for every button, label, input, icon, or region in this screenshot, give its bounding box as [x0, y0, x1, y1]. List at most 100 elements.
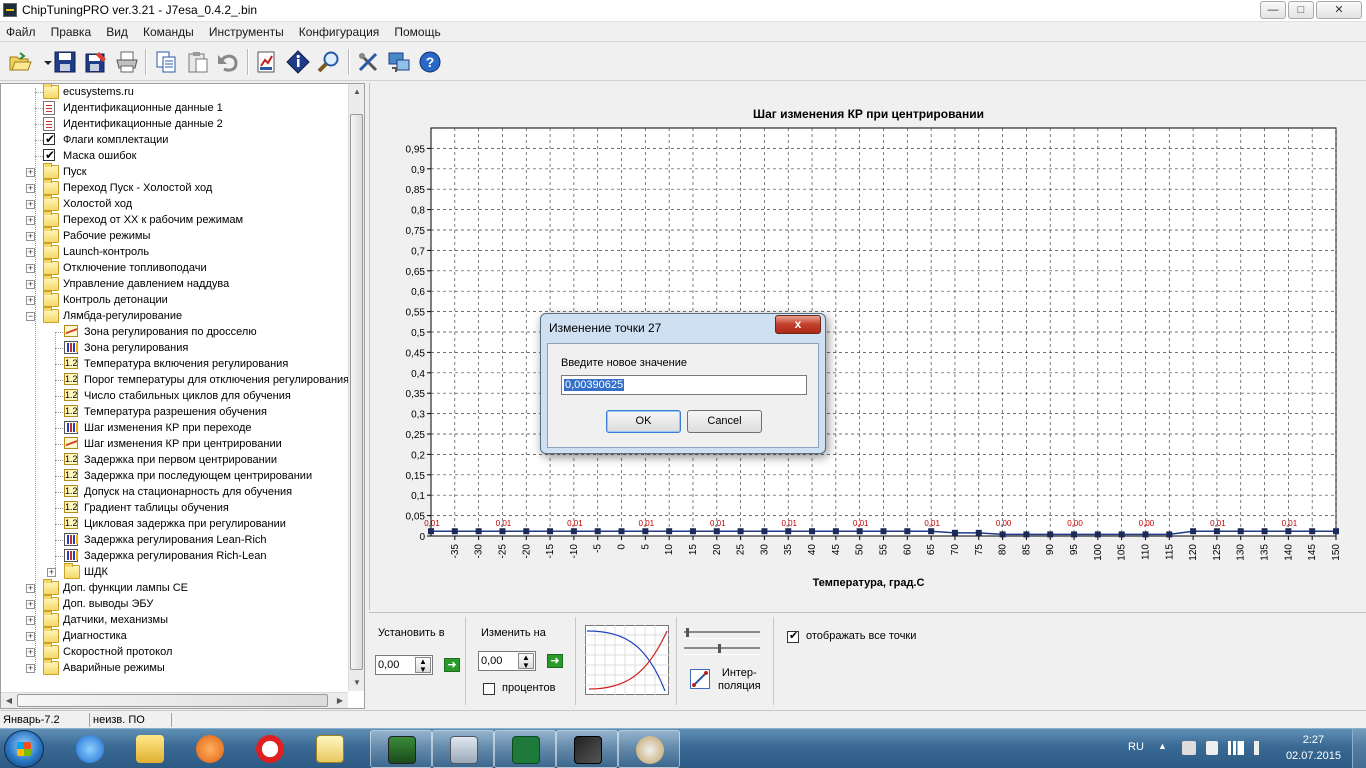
- tree-item[interactable]: + Доп. выводы ЭБУ: [1, 595, 348, 612]
- show-all-points-checkbox[interactable]: [787, 629, 799, 643]
- tree-item[interactable]: + Контроль детонации: [1, 291, 348, 308]
- show-hidden-icons-icon[interactable]: ▲: [1158, 741, 1167, 751]
- tree-item[interactable]: + Переход от ХХ к рабочим режимам: [1, 211, 348, 228]
- expand-icon[interactable]: +: [26, 616, 35, 625]
- curve-preview-icon[interactable]: [585, 625, 669, 695]
- data-point[interactable]: [1213, 528, 1220, 535]
- data-point[interactable]: [713, 528, 720, 535]
- tree-item[interactable]: 1.2 Цикловая задержка при регулировании: [1, 516, 348, 532]
- expand-icon[interactable]: +: [26, 664, 35, 673]
- data-point[interactable]: [570, 528, 577, 535]
- expand-icon[interactable]: +: [26, 168, 35, 177]
- expand-icon[interactable]: +: [26, 200, 35, 209]
- expand-icon[interactable]: +: [26, 264, 35, 273]
- data-point[interactable]: [499, 528, 506, 535]
- tree-item[interactable]: Идентификационные данные 2: [1, 116, 348, 132]
- data-point[interactable]: [856, 528, 863, 535]
- data-point[interactable]: [1333, 528, 1339, 535]
- expand-icon[interactable]: +: [26, 248, 35, 257]
- data-point[interactable]: [523, 528, 530, 535]
- print-icon[interactable]: [115, 50, 139, 74]
- menu-configuration[interactable]: Конфигурация: [293, 22, 386, 39]
- expand-icon[interactable]: +: [26, 296, 35, 305]
- data-point[interactable]: [594, 528, 601, 535]
- data-point[interactable]: [761, 528, 768, 535]
- data-point[interactable]: [975, 529, 982, 536]
- change-value-spinner[interactable]: 0,00 ▲ ▼: [478, 651, 536, 671]
- apply-set-arrow-icon[interactable]: ➜: [444, 658, 460, 672]
- scroll-thumb[interactable]: [350, 114, 363, 670]
- menu-file[interactable]: Файл: [0, 22, 42, 39]
- tools-icon[interactable]: [356, 50, 380, 74]
- excel-icon[interactable]: [494, 730, 556, 768]
- clock[interactable]: 2:27 02.07.2015: [1286, 732, 1341, 764]
- data-point[interactable]: [1023, 531, 1030, 538]
- data-point[interactable]: [547, 528, 554, 535]
- data-point[interactable]: [1047, 531, 1054, 538]
- tree-item[interactable]: Идентификационные данные 1: [1, 100, 348, 116]
- tree-item[interactable]: Шаг изменения КР при переходе: [1, 420, 348, 436]
- menu-view[interactable]: Вид: [100, 22, 134, 39]
- interp-slider-1[interactable]: [684, 628, 760, 639]
- scroll-thumb-h[interactable]: [17, 694, 328, 707]
- data-point[interactable]: [642, 528, 649, 535]
- data-point[interactable]: [785, 528, 792, 535]
- tree-item[interactable]: + Переход Пуск - Холостой ход: [1, 179, 348, 196]
- data-point[interactable]: [928, 528, 935, 535]
- set-value-spinner[interactable]: 0,00 ▲ ▼: [375, 655, 433, 675]
- tree-item[interactable]: + Управление давлением наддува: [1, 275, 348, 292]
- media-player-icon[interactable]: [182, 730, 238, 768]
- spinner-arrows-icon[interactable]: ▲ ▼: [518, 653, 534, 670]
- tree-item[interactable]: 1.2 Число стабильных циклов для обучения: [1, 388, 348, 404]
- expand-icon[interactable]: +: [26, 632, 35, 641]
- paste-icon[interactable]: [186, 50, 210, 74]
- apply-change-arrow-icon[interactable]: ➜: [547, 654, 563, 668]
- data-point[interactable]: [737, 528, 744, 535]
- tree-item[interactable]: + Пуск: [1, 163, 348, 180]
- action-center-icon[interactable]: [1182, 741, 1196, 755]
- expand-icon[interactable]: +: [26, 216, 35, 225]
- notepad-icon[interactable]: [302, 730, 358, 768]
- tree-item[interactable]: + Доп. функции лампы CE: [1, 579, 348, 596]
- dropdown-arrow-icon[interactable]: [36, 50, 52, 74]
- calculator-icon[interactable]: [432, 730, 494, 768]
- show-desktop-button[interactable]: [1352, 729, 1366, 768]
- data-point[interactable]: [1166, 531, 1173, 538]
- tree-item[interactable]: Задержка регулирования Rich-Lean: [1, 548, 348, 564]
- undo-icon[interactable]: [216, 50, 240, 74]
- data-point[interactable]: [832, 528, 839, 535]
- copy-icon[interactable]: [154, 50, 178, 74]
- menu-edit[interactable]: Правка: [45, 22, 98, 39]
- expand-icon[interactable]: +: [26, 280, 35, 289]
- data-point[interactable]: [880, 528, 887, 535]
- data-point[interactable]: [1309, 528, 1316, 535]
- ok-button[interactable]: OK: [606, 410, 681, 433]
- compare-icon[interactable]: [255, 50, 279, 74]
- save-as-icon[interactable]: [84, 50, 108, 74]
- value-input[interactable]: 0,00390625: [561, 375, 807, 395]
- tree-item[interactable]: Задержка регулирования Lean-Rich: [1, 532, 348, 548]
- data-point[interactable]: [1261, 528, 1268, 535]
- tree-item[interactable]: 1.2 Задержка при первом центрировании: [1, 452, 348, 468]
- expand-icon[interactable]: +: [26, 584, 35, 593]
- close-button[interactable]: ✕: [1316, 1, 1362, 19]
- minimize-button[interactable]: —: [1260, 1, 1286, 19]
- terminal-icon[interactable]: [370, 730, 432, 768]
- spinner-arrows-icon[interactable]: ▲ ▼: [415, 657, 431, 674]
- tree-vertical-scrollbar[interactable]: ▲ ▼: [348, 84, 364, 691]
- internet-explorer-icon[interactable]: [62, 730, 118, 768]
- start-button[interactable]: [4, 730, 44, 768]
- tree-horizontal-scrollbar[interactable]: ◀ ▶: [1, 692, 348, 708]
- tree-item[interactable]: + Рабочие режимы: [1, 227, 348, 244]
- data-point[interactable]: [475, 528, 482, 535]
- maximize-button[interactable]: □: [1288, 1, 1314, 19]
- help-icon[interactable]: ?: [418, 50, 442, 74]
- expand-icon[interactable]: +: [26, 232, 35, 241]
- tree-item[interactable]: + ШДК: [1, 563, 348, 580]
- tree-item[interactable]: 1.2 Задержка при последующем центрировани…: [1, 468, 348, 484]
- menu-commands[interactable]: Команды: [137, 22, 200, 39]
- chiptuning-icon[interactable]: [556, 730, 618, 768]
- interp-slider-2[interactable]: [684, 644, 760, 655]
- tree-item[interactable]: 1.2 Градиент таблицы обучения: [1, 500, 348, 516]
- tree-item[interactable]: Шаг изменения КР при центрировании: [1, 436, 348, 452]
